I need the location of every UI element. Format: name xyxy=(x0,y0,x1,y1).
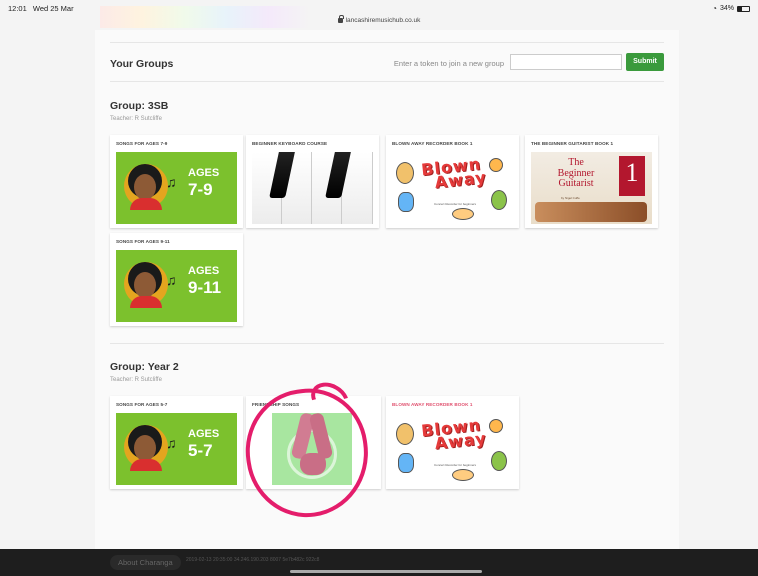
course-card-blown-away[interactable]: BLOWN AWAY RECORDER BOOK 1 Blown Away Co… xyxy=(386,396,519,489)
cover-subtitle: Concert Recorder for beginners xyxy=(434,463,477,467)
cartoon-figure xyxy=(491,451,507,471)
course-card-friendship[interactable]: FRIENDSHIP SONGS xyxy=(246,396,381,489)
address-bar[interactable]: lancashiremusichub.co.uk xyxy=(0,15,758,24)
about-link[interactable]: About Charanga xyxy=(110,555,181,570)
singer-shirt xyxy=(130,296,162,308)
course-thumbnail: Blown Away Concert Recorder for beginner… xyxy=(392,413,513,485)
group-title: Group: 3SB xyxy=(110,100,169,112)
cartoon-figure xyxy=(396,423,414,445)
token-input[interactable] xyxy=(510,54,622,70)
footer-meta: 2019-02-13 20:35:00 34.246.190.203 8007 … xyxy=(186,557,320,563)
music-note-icon: ♫ xyxy=(166,174,177,190)
course-thumbnail: The Beginner Guitarist 1 by Nigel Cuffe xyxy=(531,152,652,224)
course-title: FRIENDSHIP SONGS xyxy=(252,402,300,407)
course-title: THE BEGINNER GUITARIST BOOK 1 xyxy=(531,141,614,146)
ages-range: 9-11 xyxy=(188,278,222,297)
singer-face xyxy=(134,272,156,298)
footer: About Charanga 2019-02-13 20:35:00 34.24… xyxy=(0,549,758,576)
battery-icon xyxy=(737,5,750,12)
course-card-songs-5-7[interactable]: SONGS FOR AGES 5-7 ♫ AGES 5-7 xyxy=(110,396,243,489)
cover-subtitle: Concert Recorder for beginners xyxy=(434,202,477,206)
course-thumbnail xyxy=(252,152,373,224)
cartoon-figure xyxy=(452,208,474,220)
course-title: SONGS FOR AGES 9-11 xyxy=(116,239,170,244)
group-divider xyxy=(110,343,664,344)
ages-label: AGES 9-11 xyxy=(188,265,222,297)
course-title: SONGS FOR AGES 7-9 xyxy=(116,141,168,146)
cover-title: Blown Away xyxy=(420,154,487,192)
course-thumbnail: ♫ AGES 9-11 xyxy=(116,250,237,322)
course-card-guitarist[interactable]: THE BEGINNER GUITARIST BOOK 1 The Beginn… xyxy=(525,135,658,228)
home-indicator[interactable] xyxy=(290,570,482,573)
course-title: BEGINNER KEYBOARD COURSE xyxy=(252,141,328,146)
ages-range: 7-9 xyxy=(188,180,213,199)
ages-label: AGES 5-7 xyxy=(188,428,220,460)
course-thumbnail: ♫ AGES 7-9 xyxy=(116,152,237,224)
singer-face xyxy=(134,174,156,200)
music-note-icon: ♫ xyxy=(166,272,177,288)
cartoon-figure xyxy=(489,419,503,433)
group-teacher: Teacher: R Sutcliffe xyxy=(110,116,162,122)
battery-percent: 34% xyxy=(719,5,734,12)
cover-author: by Nigel Cuffe xyxy=(561,196,580,200)
course-title: BLOWN AWAY RECORDER BOOK 1 xyxy=(392,141,473,146)
status-indicators: ◔ 34% xyxy=(712,4,750,13)
singer-face xyxy=(134,435,156,461)
ages-label: AGES 7-9 xyxy=(188,167,220,199)
ages-word: AGES xyxy=(188,167,220,179)
cover-title-line: Guitarist xyxy=(558,178,594,189)
cartoon-figure xyxy=(452,469,474,481)
groups-panel: Your Groups Enter a token to join a new … xyxy=(95,30,679,550)
cartoon-figure xyxy=(491,190,507,210)
wifi-icon: ◔ xyxy=(712,4,717,13)
cover-title: Blown Away xyxy=(420,415,487,453)
status-bar: 12:01 Wed 25 Mar lancashiremusichub.co.u… xyxy=(0,0,758,30)
course-card-blown-away[interactable]: BLOWN AWAY RECORDER BOOK 1 Blown Away Co… xyxy=(386,135,519,228)
submit-button[interactable]: Submit xyxy=(626,53,664,71)
status-time: 12:01 xyxy=(8,4,27,13)
cover-title: The Beginner Guitarist xyxy=(535,157,617,190)
ages-range: 5-7 xyxy=(188,441,213,460)
guitar-image xyxy=(535,202,647,222)
course-thumbnail: Blown Away Concert Recorder for beginner… xyxy=(392,152,513,224)
singer-shirt xyxy=(130,198,162,210)
cover-title-line: The xyxy=(568,157,584,168)
url-text: lancashiremusichub.co.uk xyxy=(345,17,421,24)
token-label: Enter a token to join a new group xyxy=(393,59,504,68)
course-title: BLOWN AWAY RECORDER BOOK 1 xyxy=(392,402,473,407)
music-note-icon: ♫ xyxy=(166,435,177,451)
status-time-date: 12:01 Wed 25 Mar xyxy=(8,4,74,13)
course-thumbnail xyxy=(252,413,373,485)
ages-word: AGES xyxy=(188,428,220,440)
course-title: SONGS FOR AGES 5-7 xyxy=(116,402,168,407)
cartoon-figure xyxy=(398,453,414,473)
course-card-songs-7-9[interactable]: SONGS FOR AGES 7-9 ♫ AGES 7-9 xyxy=(110,135,243,228)
singer-shirt xyxy=(130,459,162,471)
cartoon-figure xyxy=(398,192,414,212)
page-title: Your Groups xyxy=(110,58,174,70)
course-card-keyboard[interactable]: BEGINNER KEYBOARD COURSE xyxy=(246,135,379,228)
cartoon-figure xyxy=(396,162,414,184)
status-date: Wed 25 Mar xyxy=(32,4,74,13)
group-title: Group: Year 2 xyxy=(110,361,179,373)
cartoon-figure xyxy=(489,158,503,172)
cover-number: 1 xyxy=(625,158,639,187)
clasped-hands-icon xyxy=(300,453,326,475)
lock-icon xyxy=(337,15,344,23)
ages-word: AGES xyxy=(188,265,220,277)
course-thumbnail: ♫ AGES 5-7 xyxy=(116,413,237,485)
groups-header: Your Groups Enter a token to join a new … xyxy=(110,42,664,82)
course-card-songs-9-11[interactable]: SONGS FOR AGES 9-11 ♫ AGES 9-11 xyxy=(110,233,243,326)
group-teacher: Teacher: R Sutcliffe xyxy=(110,377,162,383)
